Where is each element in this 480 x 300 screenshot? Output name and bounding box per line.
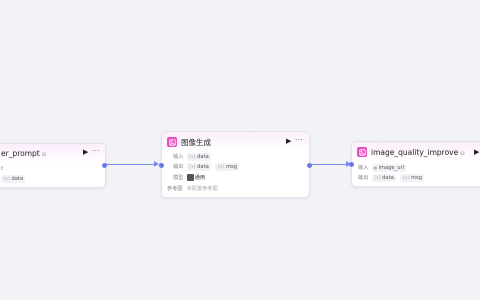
edge-center-to-right	[308, 164, 348, 165]
tag-text: msg	[410, 175, 422, 181]
input-label: 输入	[358, 165, 369, 171]
node-title-text: image_quality_improve	[371, 148, 459, 157]
tag-image-url: ▣image_url	[371, 164, 407, 172]
node-title: image_quality_improve ⛁	[371, 148, 464, 157]
tag-msg: {x}msg	[400, 174, 424, 182]
node-user-prompt[interactable]: er_prompt ⛁ ▶ ··· t {x}data	[0, 143, 107, 188]
node-title-text: er_prompt	[1, 149, 40, 158]
row-output: 输出 {x}data {x}msg	[173, 163, 242, 171]
variable-icon: {x}	[402, 175, 410, 180]
model-avatar-icon	[186, 174, 194, 181]
image-icon: ▣	[373, 165, 378, 170]
output-label: 输出	[358, 175, 369, 181]
node-image-quality-improve[interactable]: image_quality_improve ⛁ ▶ 输入 ▣image_url 输…	[349, 141, 480, 187]
variable-icon: {x}	[188, 154, 197, 159]
row-model: 模型 通用	[173, 174, 205, 181]
row-input: 输入 {x}data	[173, 153, 214, 161]
reference-label: 参考图	[167, 186, 183, 192]
node-image-generation[interactable]: 图像生成 ▶ ··· 输入 {x}data 输出 {x}data {x}msg …	[159, 131, 312, 198]
output-port[interactable]	[102, 163, 107, 168]
row-reference-image: 参考图 未配置参考图	[167, 185, 218, 192]
image-generation-icon	[167, 137, 177, 147]
tag-text: data	[197, 154, 209, 160]
database-icon: ⛁	[41, 152, 46, 158]
more-icon[interactable]: ···	[92, 147, 100, 155]
input-label: 输入	[173, 154, 184, 160]
variable-icon: {x}	[217, 164, 225, 169]
input-port[interactable]	[349, 162, 354, 167]
tag-text: data	[11, 176, 24, 182]
more-icon[interactable]: ···	[295, 136, 303, 144]
reference-value: 未配置参考图	[186, 186, 218, 192]
tag-text: data	[197, 164, 209, 170]
play-icon[interactable]: ▶	[83, 148, 88, 156]
play-icon[interactable]: ▶	[474, 148, 479, 156]
tag-text: msg	[225, 164, 237, 170]
play-icon[interactable]: ▶	[286, 137, 291, 145]
tag-data: {x}data	[186, 163, 211, 171]
tag-data: {x}data	[1, 175, 26, 183]
variable-icon: {x}	[188, 164, 197, 169]
model-value: 通用	[194, 175, 206, 181]
database-icon: ⛁	[460, 151, 465, 157]
tag-data: {x}data	[186, 153, 211, 161]
workflow-canvas[interactable]: er_prompt ⛁ ▶ ··· t {x}data 图像生成 ▶ ··· 输入…	[0, 0, 480, 300]
node-title: er_prompt ⛁	[1, 149, 46, 158]
row-output: 输出 {x}data {x}msg	[358, 174, 427, 182]
tag-text: image_url	[378, 165, 405, 171]
row-input: 输入 ▣image_url	[358, 164, 409, 172]
input-port[interactable]	[159, 163, 164, 168]
output-label: 输出	[173, 164, 184, 170]
tag-text: data	[382, 175, 394, 181]
image-generation-icon	[357, 147, 367, 157]
tag-data: {x}data	[371, 174, 396, 182]
node-title: 图像生成	[181, 138, 211, 147]
variable-icon: {x}	[373, 175, 382, 180]
output-port[interactable]	[307, 163, 312, 168]
row-output-tags: {x}data	[1, 175, 28, 183]
tag-msg: {x}msg	[215, 163, 239, 171]
model-label: 模型	[173, 175, 184, 181]
variable-icon: {x}	[3, 176, 11, 181]
edge-left-to-center	[104, 164, 156, 165]
row-output-value: t	[1, 166, 4, 172]
